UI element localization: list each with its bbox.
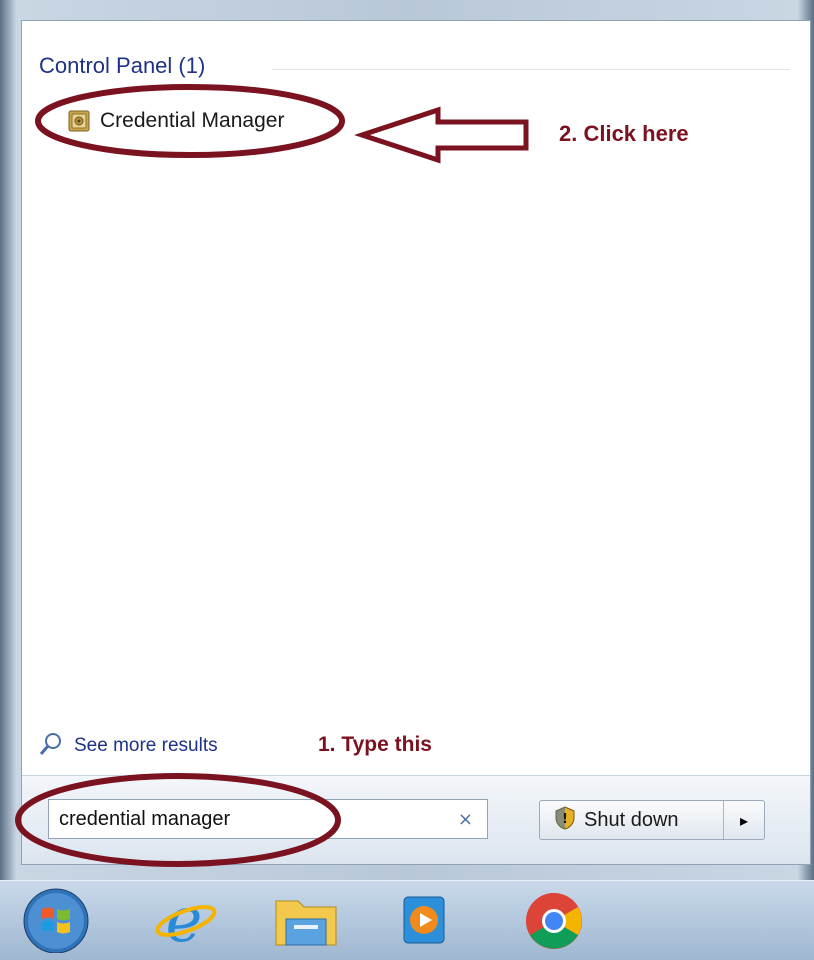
internet-explorer-icon[interactable]: e	[150, 883, 222, 956]
see-more-results-link[interactable]: See more results	[38, 731, 218, 761]
result-group-header: Control Panel (1)	[39, 53, 206, 78]
taskbar: e	[0, 880, 814, 960]
see-more-label: See more results	[74, 735, 218, 756]
credential-manager-icon	[68, 110, 90, 132]
file-explorer-icon[interactable]	[270, 887, 342, 953]
media-player-icon[interactable]	[390, 887, 462, 953]
search-icon	[38, 731, 64, 761]
shutdown-label: Shut down	[584, 808, 679, 831]
uac-shield-icon: !	[554, 806, 576, 834]
result-credential-manager[interactable]: Credential Manager	[68, 105, 284, 137]
search-input[interactable]: credential manager ×	[48, 799, 488, 839]
shutdown-button-group: ! Shut down ▸	[539, 800, 765, 840]
annotation-step-1: 1. Type this	[318, 733, 432, 756]
svg-text:!: !	[562, 812, 568, 827]
annotation-step-2: 2. Click here	[559, 121, 689, 146]
shutdown-button[interactable]: ! Shut down	[540, 801, 724, 839]
shutdown-options-arrow[interactable]: ▸	[724, 801, 764, 839]
group-divider	[272, 69, 790, 70]
result-label: Credential Manager	[100, 109, 285, 132]
chrome-icon[interactable]	[518, 887, 590, 953]
search-value: credential manager	[59, 808, 231, 830]
windows-start-orb[interactable]	[20, 887, 92, 954]
start-menu-bottom-bar: credential manager × ! Shut down ▸	[22, 775, 810, 864]
clear-search-icon[interactable]: ×	[458, 809, 473, 830]
svg-text:e: e	[166, 887, 203, 953]
